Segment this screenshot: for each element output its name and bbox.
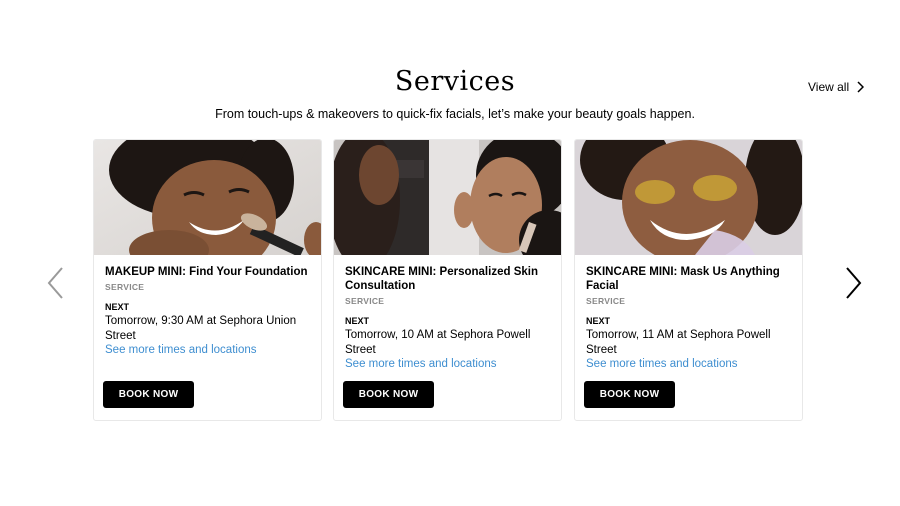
book-now-button[interactable]: BOOK NOW: [103, 381, 194, 408]
chevron-left-icon: [47, 267, 63, 299]
next-label: NEXT: [586, 316, 611, 326]
next-label: NEXT: [345, 316, 370, 326]
carousel-next-button[interactable]: [845, 266, 863, 300]
service-type-label: SERVICE: [345, 296, 385, 306]
more-times-link[interactable]: See more times and locations: [345, 358, 550, 370]
service-image: [334, 140, 561, 255]
chevron-right-icon: [857, 81, 865, 93]
services-section: Services View all From touch-ups & makeo…: [0, 0, 900, 506]
book-now-button[interactable]: BOOK NOW: [343, 381, 434, 408]
next-appointment: Tomorrow, 11 AM at Sephora Powell Street: [586, 329, 771, 356]
next-appointment: Tomorrow, 9:30 AM at Sephora Union Stree…: [105, 315, 297, 342]
service-title[interactable]: MAKEUP MINI: Find Your Foundation: [105, 265, 310, 279]
section-subtitle: From touch-ups & makeovers to quick-fix …: [215, 107, 695, 121]
chevron-right-icon: [846, 267, 862, 299]
service-image: [94, 140, 321, 255]
carousel-prev-button[interactable]: [46, 266, 64, 300]
service-title[interactable]: SKINCARE MINI: Personalized Skin Consult…: [345, 265, 550, 293]
service-card[interactable]: SKINCARE MINI: Mask Us Anything Facial S…: [574, 139, 803, 421]
service-image: [575, 140, 802, 255]
view-all-link[interactable]: View all: [808, 80, 865, 94]
section-title: Services: [394, 66, 516, 97]
book-now-button[interactable]: BOOK NOW: [584, 381, 675, 408]
service-card[interactable]: MAKEUP MINI: Find Your Foundation SERVIC…: [93, 139, 322, 421]
next-label: NEXT: [105, 302, 130, 312]
view-all-label: View all: [808, 80, 850, 94]
more-times-link[interactable]: See more times and locations: [586, 358, 791, 370]
more-times-link[interactable]: See more times and locations: [105, 344, 310, 356]
service-card[interactable]: SKINCARE MINI: Personalized Skin Consult…: [333, 139, 562, 421]
service-type-label: SERVICE: [105, 282, 145, 292]
service-type-label: SERVICE: [586, 296, 626, 306]
service-title[interactable]: SKINCARE MINI: Mask Us Anything Facial: [586, 265, 791, 293]
next-appointment: Tomorrow, 10 AM at Sephora Powell Street: [345, 329, 531, 356]
